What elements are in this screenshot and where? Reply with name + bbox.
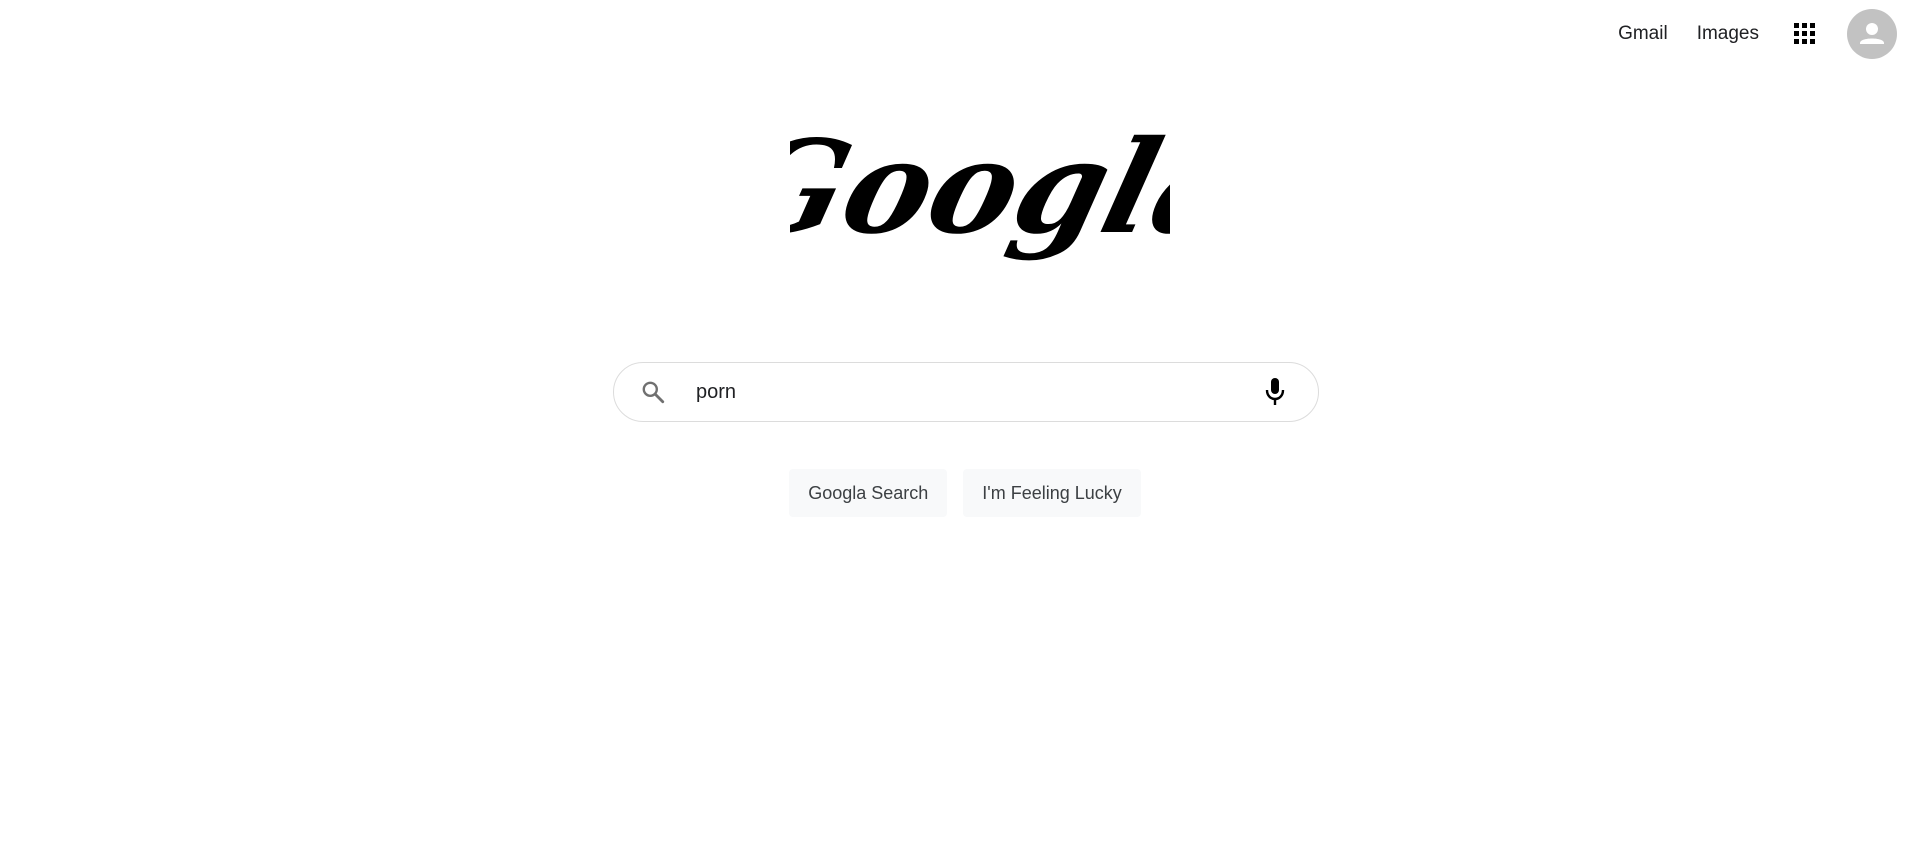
search-box [613,362,1319,422]
account-icon [1860,22,1884,44]
feeling-lucky-button[interactable]: I'm Feeling Lucky [963,469,1141,517]
search-buttons: Googla Search I'm Feeling Lucky [0,469,1917,517]
top-bar: Gmail Images [1589,0,1917,67]
search-icon [642,381,665,404]
page: Gmail Images Googla porn Googla Search I… [0,0,1917,863]
voice-search-button[interactable] [1260,377,1290,407]
microphone-icon [1265,378,1285,405]
logo-text: Googla [790,112,1170,263]
avatar[interactable] [1847,8,1897,59]
search-button[interactable]: Googla Search [789,469,948,517]
gmail-link[interactable]: Gmail [1618,23,1668,45]
images-link[interactable]: Images [1697,23,1759,45]
search-icon-button [638,377,668,407]
apps-button[interactable] [1781,11,1827,57]
search-input[interactable] [694,371,1260,413]
logo: Googla [790,112,1170,263]
apps-grid-icon [1793,23,1815,44]
